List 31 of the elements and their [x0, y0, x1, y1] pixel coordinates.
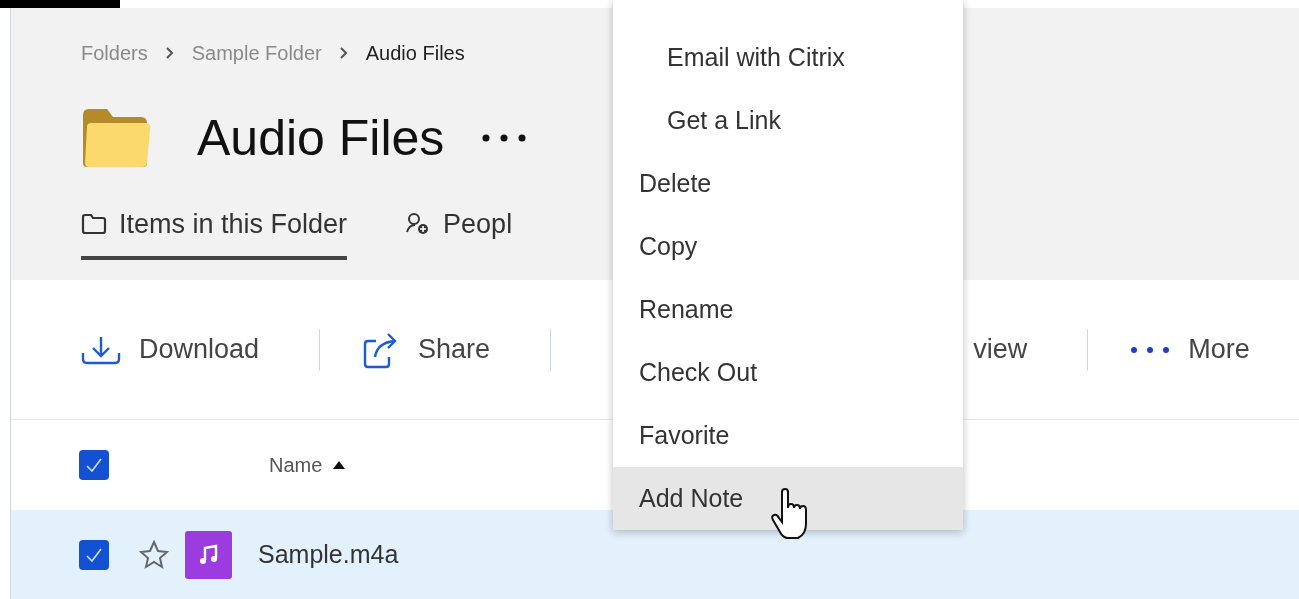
menu-item[interactable]: Copy [613, 215, 963, 278]
menu-item[interactable]: Check Out [613, 341, 963, 404]
menu-item[interactable]: Delete [613, 152, 963, 215]
file-name: Sample.m4a [258, 538, 399, 570]
toolbar-button[interactable]: view [973, 329, 1028, 370]
tab[interactable]: Peopl [405, 204, 513, 260]
star-icon[interactable] [139, 539, 169, 570]
more-icon [1130, 345, 1171, 354]
table-row[interactable]: Sample.m4a [11, 510, 1299, 599]
menu-item[interactable]: Favorite [613, 404, 963, 467]
menu-item[interactable]: Email with Citrix [613, 26, 963, 89]
download-icon [81, 334, 121, 365]
toolbar-button[interactable]: More [1130, 329, 1250, 370]
menu-item[interactable]: Add Note [613, 467, 963, 530]
folder-icon [81, 213, 107, 235]
tab[interactable]: Items in this Folder [81, 204, 348, 260]
more-icon[interactable] [482, 134, 527, 142]
audio-file-icon [185, 530, 232, 579]
menu-item[interactable]: Get a Link [613, 89, 963, 152]
chevron-icon [165, 47, 174, 59]
column-header[interactable]: Name [269, 450, 347, 480]
checkbox[interactable] [79, 539, 109, 570]
menu-item[interactable]: Rename [613, 278, 963, 341]
chevron-icon [339, 47, 348, 59]
toolbar-button[interactable]: Share [362, 329, 491, 370]
breadcrumb-link[interactable]: Audio Files [365, 38, 465, 68]
hand-cursor-icon [770, 488, 810, 540]
page-title: Audio Files [197, 113, 445, 163]
checkbox[interactable] [79, 450, 109, 480]
toolbar-button[interactable]: Download [81, 329, 260, 370]
folder-icon [81, 107, 153, 169]
